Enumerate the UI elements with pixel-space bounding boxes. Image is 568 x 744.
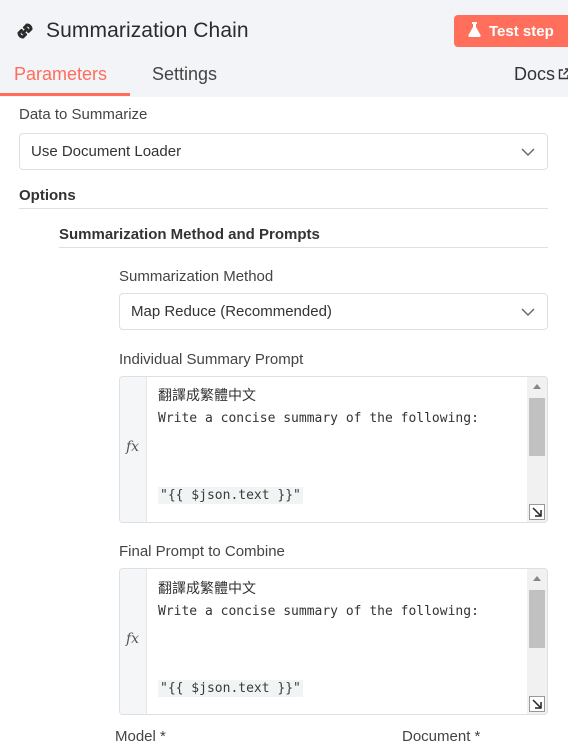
final-prompt-label: Final Prompt to Combine: [119, 543, 285, 560]
scroll-up-arrow-icon[interactable]: [533, 384, 541, 389]
expression-gutter: fx: [120, 377, 147, 522]
prompt-line: Write a concise summary of the following…: [158, 411, 479, 426]
summarization-method-select[interactable]: Map Reduce (Recommended): [119, 293, 548, 330]
test-step-button[interactable]: Test step: [454, 15, 568, 47]
prompt-line: Write a concise summary of the following…: [158, 604, 479, 619]
expression-line: "{{ $json.text }}": [158, 680, 303, 697]
fx-icon: fx: [126, 439, 140, 455]
title-row: Summarization Chain: [12, 14, 249, 48]
editor-scrollbar[interactable]: [527, 377, 547, 522]
fx-icon: fx: [126, 631, 140, 647]
flask-icon: [468, 21, 481, 41]
data-to-summarize-value: Use Document Loader: [31, 143, 182, 160]
summarization-method-value: Map Reduce (Recommended): [131, 303, 332, 320]
editor-scrollbar[interactable]: [527, 569, 547, 714]
scroll-thumb[interactable]: [529, 590, 545, 648]
expression-line: "{{ $json.text }}": [158, 487, 303, 504]
summarization-method-label: Summarization Method: [119, 268, 274, 285]
resize-handle-icon[interactable]: [529, 504, 545, 520]
document-label: Document *: [402, 728, 481, 744]
prompt-line: 翻譯成繁體中文: [158, 388, 256, 404]
docs-link[interactable]: Docs: [514, 64, 568, 85]
expression-gutter: fx: [120, 569, 147, 714]
external-link-icon: [558, 64, 568, 85]
individual-prompt-label: Individual Summary Prompt: [119, 351, 304, 368]
method-section-label: Summarization Method and Prompts: [59, 226, 320, 243]
data-to-summarize-select[interactable]: Use Document Loader: [19, 133, 548, 170]
scroll-thumb[interactable]: [529, 398, 545, 456]
options-label: Options: [19, 187, 76, 204]
node-title: Summarization Chain: [46, 19, 249, 42]
chevron-down-icon: [521, 145, 535, 159]
active-tab-indicator: [0, 93, 130, 96]
model-label: Model *: [115, 728, 166, 744]
docs-label: Docs: [514, 64, 556, 84]
resize-handle-icon[interactable]: [529, 696, 545, 712]
options-divider: [19, 208, 548, 209]
tab-parameters[interactable]: Parameters: [14, 64, 107, 85]
method-section-divider: [59, 247, 548, 248]
tab-settings[interactable]: Settings: [152, 64, 217, 85]
data-to-summarize-label: Data to Summarize: [19, 106, 148, 123]
test-step-label: Test step: [489, 22, 554, 40]
chevron-down-icon: [521, 305, 535, 319]
final-prompt-editor[interactable]: fx 翻譯成繁體中文 Write a concise summary of th…: [119, 568, 548, 715]
individual-prompt-editor[interactable]: fx 翻譯成繁體中文 Write a concise summary of th…: [119, 376, 548, 523]
prompt-line: 翻譯成繁體中文: [158, 581, 256, 597]
scroll-up-arrow-icon[interactable]: [533, 576, 541, 581]
chain-link-icon: [12, 18, 38, 44]
